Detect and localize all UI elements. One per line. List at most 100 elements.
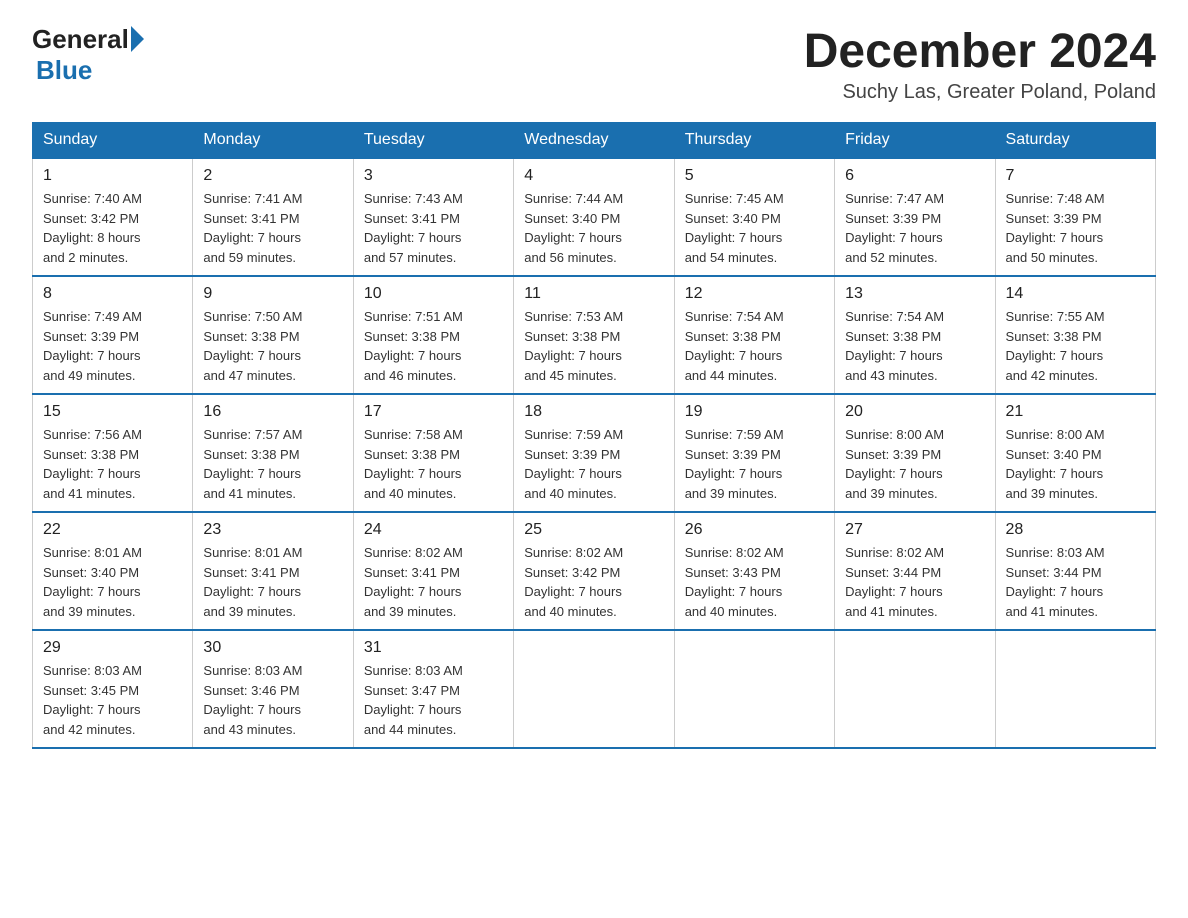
day-info: Sunrise: 8:00 AM Sunset: 3:40 PM Dayligh… bbox=[1006, 425, 1145, 503]
day-number: 27 bbox=[845, 521, 984, 539]
col-friday: Friday bbox=[835, 123, 995, 159]
day-info: Sunrise: 7:55 AM Sunset: 3:38 PM Dayligh… bbox=[1006, 307, 1145, 385]
logo-general-text: General bbox=[32, 24, 129, 55]
day-info: Sunrise: 7:43 AM Sunset: 3:41 PM Dayligh… bbox=[364, 189, 503, 267]
table-row: 4 Sunrise: 7:44 AM Sunset: 3:40 PM Dayli… bbox=[514, 158, 674, 276]
table-row: 22 Sunrise: 8:01 AM Sunset: 3:40 PM Dayl… bbox=[33, 512, 193, 630]
table-row: 16 Sunrise: 7:57 AM Sunset: 3:38 PM Dayl… bbox=[193, 394, 353, 512]
table-row: 30 Sunrise: 8:03 AM Sunset: 3:46 PM Dayl… bbox=[193, 630, 353, 748]
day-number: 29 bbox=[43, 639, 182, 657]
day-number: 15 bbox=[43, 403, 182, 421]
table-row: 12 Sunrise: 7:54 AM Sunset: 3:38 PM Dayl… bbox=[674, 276, 834, 394]
table-row: 10 Sunrise: 7:51 AM Sunset: 3:38 PM Dayl… bbox=[353, 276, 513, 394]
col-saturday: Saturday bbox=[995, 123, 1155, 159]
day-number: 12 bbox=[685, 285, 824, 303]
col-wednesday: Wednesday bbox=[514, 123, 674, 159]
day-info: Sunrise: 7:54 AM Sunset: 3:38 PM Dayligh… bbox=[685, 307, 824, 385]
table-row: 13 Sunrise: 7:54 AM Sunset: 3:38 PM Dayl… bbox=[835, 276, 995, 394]
logo: General Blue bbox=[32, 24, 144, 86]
calendar-header-row: Sunday Monday Tuesday Wednesday Thursday… bbox=[33, 123, 1156, 159]
calendar-table: Sunday Monday Tuesday Wednesday Thursday… bbox=[32, 122, 1156, 749]
day-number: 25 bbox=[524, 521, 663, 539]
day-number: 3 bbox=[364, 167, 503, 185]
table-row: 26 Sunrise: 8:02 AM Sunset: 3:43 PM Dayl… bbox=[674, 512, 834, 630]
table-row: 15 Sunrise: 7:56 AM Sunset: 3:38 PM Dayl… bbox=[33, 394, 193, 512]
day-number: 20 bbox=[845, 403, 984, 421]
day-number: 4 bbox=[524, 167, 663, 185]
day-info: Sunrise: 7:50 AM Sunset: 3:38 PM Dayligh… bbox=[203, 307, 342, 385]
day-info: Sunrise: 7:54 AM Sunset: 3:38 PM Dayligh… bbox=[845, 307, 984, 385]
table-row: 19 Sunrise: 7:59 AM Sunset: 3:39 PM Dayl… bbox=[674, 394, 834, 512]
day-number: 22 bbox=[43, 521, 182, 539]
table-row: 14 Sunrise: 7:55 AM Sunset: 3:38 PM Dayl… bbox=[995, 276, 1155, 394]
day-number: 9 bbox=[203, 285, 342, 303]
day-info: Sunrise: 7:45 AM Sunset: 3:40 PM Dayligh… bbox=[685, 189, 824, 267]
table-row: 18 Sunrise: 7:59 AM Sunset: 3:39 PM Dayl… bbox=[514, 394, 674, 512]
table-row: 31 Sunrise: 8:03 AM Sunset: 3:47 PM Dayl… bbox=[353, 630, 513, 748]
day-number: 8 bbox=[43, 285, 182, 303]
table-row: 5 Sunrise: 7:45 AM Sunset: 3:40 PM Dayli… bbox=[674, 158, 834, 276]
logo-blue-text: Blue bbox=[36, 55, 92, 86]
day-number: 13 bbox=[845, 285, 984, 303]
day-number: 11 bbox=[524, 285, 663, 303]
day-number: 18 bbox=[524, 403, 663, 421]
table-row bbox=[674, 630, 834, 748]
col-sunday: Sunday bbox=[33, 123, 193, 159]
day-number: 23 bbox=[203, 521, 342, 539]
day-info: Sunrise: 7:44 AM Sunset: 3:40 PM Dayligh… bbox=[524, 189, 663, 267]
day-info: Sunrise: 7:51 AM Sunset: 3:38 PM Dayligh… bbox=[364, 307, 503, 385]
location-subtitle: Suchy Las, Greater Poland, Poland bbox=[804, 81, 1156, 104]
day-info: Sunrise: 7:59 AM Sunset: 3:39 PM Dayligh… bbox=[685, 425, 824, 503]
calendar-week-row: 1 Sunrise: 7:40 AM Sunset: 3:42 PM Dayli… bbox=[33, 158, 1156, 276]
day-number: 28 bbox=[1006, 521, 1145, 539]
table-row: 8 Sunrise: 7:49 AM Sunset: 3:39 PM Dayli… bbox=[33, 276, 193, 394]
day-info: Sunrise: 8:01 AM Sunset: 3:41 PM Dayligh… bbox=[203, 543, 342, 621]
calendar-week-row: 22 Sunrise: 8:01 AM Sunset: 3:40 PM Dayl… bbox=[33, 512, 1156, 630]
day-info: Sunrise: 7:49 AM Sunset: 3:39 PM Dayligh… bbox=[43, 307, 182, 385]
day-info: Sunrise: 8:02 AM Sunset: 3:43 PM Dayligh… bbox=[685, 543, 824, 621]
day-number: 21 bbox=[1006, 403, 1145, 421]
col-monday: Monday bbox=[193, 123, 353, 159]
table-row: 6 Sunrise: 7:47 AM Sunset: 3:39 PM Dayli… bbox=[835, 158, 995, 276]
table-row: 2 Sunrise: 7:41 AM Sunset: 3:41 PM Dayli… bbox=[193, 158, 353, 276]
table-row: 17 Sunrise: 7:58 AM Sunset: 3:38 PM Dayl… bbox=[353, 394, 513, 512]
table-row bbox=[514, 630, 674, 748]
table-row: 28 Sunrise: 8:03 AM Sunset: 3:44 PM Dayl… bbox=[995, 512, 1155, 630]
table-row: 1 Sunrise: 7:40 AM Sunset: 3:42 PM Dayli… bbox=[33, 158, 193, 276]
day-info: Sunrise: 8:00 AM Sunset: 3:39 PM Dayligh… bbox=[845, 425, 984, 503]
logo-triangle-icon bbox=[131, 26, 144, 52]
table-row: 20 Sunrise: 8:00 AM Sunset: 3:39 PM Dayl… bbox=[835, 394, 995, 512]
calendar-week-row: 15 Sunrise: 7:56 AM Sunset: 3:38 PM Dayl… bbox=[33, 394, 1156, 512]
day-info: Sunrise: 7:59 AM Sunset: 3:39 PM Dayligh… bbox=[524, 425, 663, 503]
day-number: 31 bbox=[364, 639, 503, 657]
day-number: 5 bbox=[685, 167, 824, 185]
table-row: 7 Sunrise: 7:48 AM Sunset: 3:39 PM Dayli… bbox=[995, 158, 1155, 276]
day-info: Sunrise: 8:03 AM Sunset: 3:47 PM Dayligh… bbox=[364, 661, 503, 739]
col-tuesday: Tuesday bbox=[353, 123, 513, 159]
title-block: December 2024 Suchy Las, Greater Poland,… bbox=[804, 24, 1156, 104]
day-info: Sunrise: 7:40 AM Sunset: 3:42 PM Dayligh… bbox=[43, 189, 182, 267]
day-number: 7 bbox=[1006, 167, 1145, 185]
day-number: 14 bbox=[1006, 285, 1145, 303]
day-info: Sunrise: 8:03 AM Sunset: 3:44 PM Dayligh… bbox=[1006, 543, 1145, 621]
col-thursday: Thursday bbox=[674, 123, 834, 159]
day-info: Sunrise: 7:58 AM Sunset: 3:38 PM Dayligh… bbox=[364, 425, 503, 503]
page-header: General Blue December 2024 Suchy Las, Gr… bbox=[32, 24, 1156, 104]
day-number: 26 bbox=[685, 521, 824, 539]
table-row: 21 Sunrise: 8:00 AM Sunset: 3:40 PM Dayl… bbox=[995, 394, 1155, 512]
day-number: 1 bbox=[43, 167, 182, 185]
day-number: 10 bbox=[364, 285, 503, 303]
day-number: 30 bbox=[203, 639, 342, 657]
month-year-title: December 2024 bbox=[804, 24, 1156, 79]
table-row: 25 Sunrise: 8:02 AM Sunset: 3:42 PM Dayl… bbox=[514, 512, 674, 630]
table-row bbox=[995, 630, 1155, 748]
day-info: Sunrise: 8:02 AM Sunset: 3:41 PM Dayligh… bbox=[364, 543, 503, 621]
day-info: Sunrise: 8:03 AM Sunset: 3:45 PM Dayligh… bbox=[43, 661, 182, 739]
day-number: 6 bbox=[845, 167, 984, 185]
calendar-week-row: 8 Sunrise: 7:49 AM Sunset: 3:39 PM Dayli… bbox=[33, 276, 1156, 394]
day-info: Sunrise: 7:56 AM Sunset: 3:38 PM Dayligh… bbox=[43, 425, 182, 503]
table-row: 9 Sunrise: 7:50 AM Sunset: 3:38 PM Dayli… bbox=[193, 276, 353, 394]
day-info: Sunrise: 8:01 AM Sunset: 3:40 PM Dayligh… bbox=[43, 543, 182, 621]
day-info: Sunrise: 8:02 AM Sunset: 3:42 PM Dayligh… bbox=[524, 543, 663, 621]
day-number: 24 bbox=[364, 521, 503, 539]
